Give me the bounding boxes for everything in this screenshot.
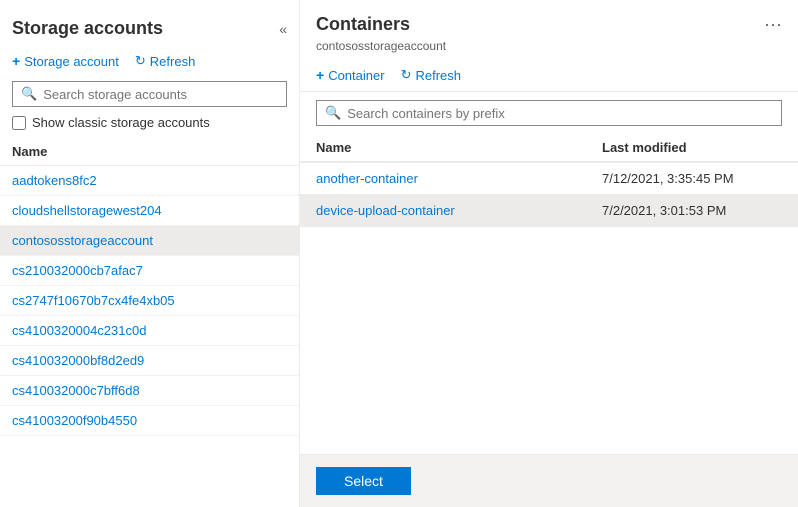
add-storage-account-button[interactable]: + Storage account bbox=[12, 53, 119, 69]
list-item[interactable]: cs410032000bf8d2ed9 bbox=[0, 346, 299, 376]
search-icon-right: 🔍 bbox=[325, 105, 341, 121]
add-storage-label: Storage account bbox=[24, 54, 119, 69]
more-options-icon[interactable]: ··· bbox=[764, 14, 782, 35]
container-last-modified: 7/2/2021, 3:01:53 PM bbox=[602, 203, 782, 218]
refresh-icon-left: ↻ bbox=[135, 53, 146, 69]
right-refresh-label: Refresh bbox=[415, 68, 461, 83]
last-modified-column-header: Last modified bbox=[602, 140, 782, 155]
list-item[interactable]: cloudshellstoragewest204 bbox=[0, 196, 299, 226]
add-container-label: Container bbox=[328, 68, 384, 83]
search-storage-input[interactable] bbox=[43, 87, 278, 102]
search-containers-box: 🔍 bbox=[316, 100, 782, 126]
list-item[interactable]: cs210032000cb7afac7 bbox=[0, 256, 299, 286]
classic-storage-checkbox[interactable] bbox=[12, 116, 26, 130]
list-item[interactable]: cs4100320004c231c0d bbox=[0, 316, 299, 346]
add-container-button[interactable]: + Container bbox=[316, 67, 385, 83]
list-item[interactable]: cs41003200f90b4550 bbox=[0, 406, 299, 436]
table-header: Name Last modified bbox=[300, 134, 798, 163]
search-icon-left: 🔍 bbox=[21, 86, 37, 102]
left-panel: Storage accounts « + Storage account ↻ R… bbox=[0, 0, 300, 507]
collapse-icon[interactable]: « bbox=[279, 21, 287, 37]
right-panel-title: Containers bbox=[316, 14, 410, 35]
left-refresh-button[interactable]: ↻ Refresh bbox=[135, 53, 195, 69]
storage-list-header: Name bbox=[0, 138, 299, 166]
containers-table: Name Last modified another-container 7/1… bbox=[300, 134, 798, 507]
left-panel-title: Storage accounts bbox=[12, 18, 163, 39]
list-item[interactable]: cs2747f10670b7cx4fe4xb05 bbox=[0, 286, 299, 316]
classic-storage-label: Show classic storage accounts bbox=[32, 115, 210, 130]
list-item[interactable]: aadtokens8fc2 bbox=[0, 166, 299, 196]
table-row[interactable]: device-upload-container 7/2/2021, 3:01:5… bbox=[300, 195, 798, 227]
container-last-modified: 7/12/2021, 3:35:45 PM bbox=[602, 171, 782, 186]
plus-icon: + bbox=[12, 53, 20, 69]
search-storage-box: 🔍 bbox=[12, 81, 287, 107]
right-panel-subtitle: contososstorageaccount bbox=[300, 39, 798, 61]
container-name: another-container bbox=[316, 171, 602, 186]
container-name: device-upload-container bbox=[316, 203, 602, 218]
classic-storage-row: Show classic storage accounts bbox=[12, 115, 287, 130]
list-item[interactable]: contososstorageaccount bbox=[0, 226, 299, 256]
left-refresh-label: Refresh bbox=[150, 54, 196, 69]
left-header: Storage accounts « bbox=[0, 0, 299, 47]
right-header: Containers ··· bbox=[300, 0, 798, 39]
right-panel: Containers ··· contososstorageaccount + … bbox=[300, 0, 798, 507]
search-containers-input[interactable] bbox=[347, 106, 773, 121]
list-item[interactable]: cs410032000c7bff6d8 bbox=[0, 376, 299, 406]
plus-icon-right: + bbox=[316, 67, 324, 83]
refresh-icon-right: ↻ bbox=[401, 67, 412, 83]
bottom-bar: Select bbox=[300, 454, 798, 507]
left-toolbar: + Storage account ↻ Refresh bbox=[0, 47, 299, 77]
name-column-header: Name bbox=[316, 140, 602, 155]
storage-accounts-list: aadtokens8fc2 cloudshellstoragewest204 c… bbox=[0, 166, 299, 507]
right-toolbar: + Container ↻ Refresh bbox=[300, 61, 798, 92]
right-refresh-button[interactable]: ↻ Refresh bbox=[401, 67, 461, 83]
table-row[interactable]: another-container 7/12/2021, 3:35:45 PM bbox=[300, 163, 798, 195]
select-button[interactable]: Select bbox=[316, 467, 411, 495]
